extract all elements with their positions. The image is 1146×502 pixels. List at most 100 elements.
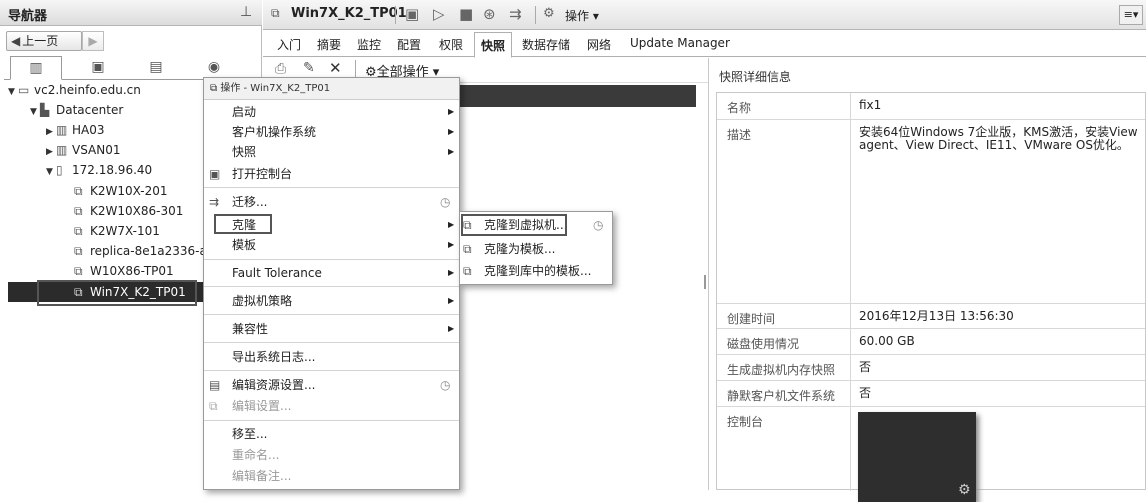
host-icon: ▯ <box>56 163 63 177</box>
highlight-box <box>461 214 567 236</box>
forward-button[interactable]: ▶ <box>82 31 104 51</box>
menu-item-fault-tolerance[interactable]: Fault Tolerance ▶ <box>204 263 459 283</box>
tree-item-host[interactable]: ▼ ▯ 172.18.96.40 <box>46 160 152 180</box>
menu-item-clone-to-template[interactable]: ⧉ 克隆为模板... <box>460 238 612 260</box>
menu-item-label: 编辑设置... <box>232 399 292 413</box>
navigator-title: 导航器 <box>8 9 48 24</box>
menu-separator <box>204 370 459 371</box>
object-toolbar: ⧉ Win7X_K2_TP01 ▣ ▷ ■ ⊛ ⇉ ⚙ 操作 ▾ ≡▾ <box>263 0 1146 30</box>
vm-title: Win7X_K2_TP01 <box>291 6 407 21</box>
menu-item-label: 克隆为模板... <box>484 242 556 256</box>
menu-item-template[interactable]: 模板 ▶ <box>204 235 459 255</box>
tab-datastores[interactable]: 数据存储 <box>522 36 570 53</box>
tree-item-vm[interactable]: ⧉ K2W10X86-301 <box>74 201 183 221</box>
back-button-label: 上一页 <box>22 34 59 48</box>
menu-item-edit-notes[interactable]: 编辑备注... <box>204 466 459 486</box>
vm-icon: ⧉ <box>74 244 83 258</box>
tree-item-datacenter[interactable]: ▼ ▙ Datacenter <box>30 100 123 120</box>
details-row: 生成虚拟机内存快照 否 <box>717 355 1145 381</box>
menu-button[interactable]: ≡▾ <box>1119 5 1143 25</box>
menu-separator <box>204 420 459 421</box>
details-table: 名称 fix1 描述 安装64位Windows 7企业版，KMS激活，安装Vie… <box>716 92 1146 502</box>
vm-icon: ⧉ <box>74 204 83 218</box>
tab-snapshots[interactable]: 快照 <box>474 32 513 58</box>
power-off-icon[interactable]: ■ <box>459 5 473 23</box>
tab-storage[interactable]: ▤ <box>130 56 182 80</box>
menu-item-rename[interactable]: 重命名... <box>204 445 459 465</box>
expand-icon[interactable]: ▼ <box>30 102 40 122</box>
delete-icon[interactable]: ✕ <box>329 59 342 77</box>
menu-item-power[interactable]: 启动 ▶ <box>204 102 459 122</box>
vm-icon: ⧉ <box>210 83 221 94</box>
expand-icon[interactable]: ▶ <box>46 142 56 162</box>
menu-item-move-to[interactable]: 移至... <box>204 424 459 444</box>
menu-item-guest-os[interactable]: 客户机操作系统 ▶ <box>204 122 459 142</box>
tab-networks[interactable]: 网络 <box>587 36 611 53</box>
menu-item-edit-settings[interactable]: ⧉ 编辑设置... <box>204 396 459 416</box>
tree-item-label: Datacenter <box>56 103 124 117</box>
expand-icon[interactable]: ▶ <box>46 122 56 142</box>
tree-item-ha03[interactable]: ▶ ▥ HA03 <box>46 120 105 140</box>
suspend-icon[interactable]: ⊛ <box>483 5 496 23</box>
network-icon: ◉ <box>207 59 221 75</box>
vms-templates-icon: ▣ <box>91 59 105 75</box>
menu-item-snapshots[interactable]: 快照 ▶ <box>204 142 459 162</box>
console-thumbnail[interactable]: ⚙ <box>858 412 976 502</box>
tree-item-vsan01[interactable]: ▶ ▥ VSAN01 <box>46 140 121 160</box>
back-button[interactable]: ◀ 上一页 <box>6 31 82 51</box>
row-value: 否 <box>859 360 872 374</box>
tree-item-vcenter[interactable]: ▼ ▭ vc2.heinfo.edu.cn <box>8 80 141 100</box>
tree-item-vm[interactable]: ⧉ K2W7X-101 <box>74 221 160 241</box>
tab-getting-started[interactable]: 入门 <box>277 36 301 53</box>
edit-icon[interactable]: ✎ <box>303 60 315 76</box>
migrate-icon[interactable]: ⇉ <box>509 5 522 23</box>
menu-item-label: 快照 <box>232 145 257 159</box>
clone-to-library-icon: ⧉ <box>463 264 472 278</box>
tree-item-label: HA03 <box>72 123 105 137</box>
tab-vms-templates[interactable]: ▣ <box>72 56 124 80</box>
toolbar-divider <box>355 60 356 78</box>
tab-hosts-clusters[interactable]: ▥ <box>10 56 62 80</box>
menu-separator <box>204 187 459 188</box>
menu-item-vm-policies[interactable]: 虚拟机策略 ▶ <box>204 291 459 311</box>
menu-item-migrate[interactable]: ⇉ 迁移... ◷ <box>204 192 459 212</box>
tree-item-vm[interactable]: ⧉ K2W10X-201 <box>74 181 168 201</box>
storage-icon: ▤ <box>149 59 163 75</box>
power-on-icon[interactable]: ▷ <box>433 5 445 23</box>
pin-icon[interactable]: ⊥ <box>240 4 252 20</box>
tree-item-vm[interactable]: ⧉ replica-8e1a2336-a9 <box>74 241 214 261</box>
menu-item-label: 启动 <box>232 105 257 119</box>
menu-item-label: 编辑备注... <box>232 469 292 483</box>
console-icon[interactable]: ▣ <box>405 5 419 23</box>
actions-menu[interactable]: 操作 ▾ <box>565 7 599 24</box>
tab-summary[interactable]: 摘要 <box>317 36 341 53</box>
tree-item-vm[interactable]: ⧉ W10X86-TP01 <box>74 261 174 281</box>
toolbar-divider <box>395 6 396 24</box>
tab-permissions[interactable]: 权限 <box>439 36 463 53</box>
vm-icon: ⧉ <box>74 264 83 278</box>
highlight-box <box>37 280 197 306</box>
expand-icon[interactable]: ▼ <box>8 82 18 102</box>
gear-icon[interactable]: ⚙ <box>543 6 555 21</box>
row-label: 创建时间 <box>727 312 776 326</box>
menu-item-label: 导出系统日志... <box>232 350 316 364</box>
submenu-arrow-icon: ▶ <box>448 127 455 136</box>
menu-item-clone-to-library[interactable]: ⧉ 克隆到库中的模板... <box>460 260 612 282</box>
menu-separator <box>204 314 459 315</box>
context-menu-header: ⧉ 操作 - Win7X_K2_TP01 <box>204 78 459 100</box>
vm-icon: ⧉ <box>271 6 280 20</box>
details-title: 快照详细信息 <box>719 70 792 84</box>
menu-item-export-logs[interactable]: 导出系统日志... <box>204 347 459 367</box>
menu-item-edit-resource-settings[interactable]: ▤ 编辑资源设置... ◷ <box>204 375 459 395</box>
menu-item-open-console[interactable]: ▣ 打开控制台 <box>204 164 459 184</box>
details-row: 磁盘使用情况 60.00 GB <box>717 329 1145 355</box>
splitter-handle[interactable] <box>704 275 706 289</box>
tab-configure[interactable]: 配置 <box>397 36 421 53</box>
hosts-clusters-icon: ▥ <box>29 60 43 76</box>
menu-item-compatibility[interactable]: 兼容性 ▶ <box>204 319 459 339</box>
tab-update-manager[interactable]: Update Manager <box>630 36 730 50</box>
menu-separator <box>204 286 459 287</box>
tab-monitor[interactable]: 监控 <box>357 36 381 53</box>
expand-icon[interactable]: ▼ <box>46 162 56 182</box>
take-snapshot-icon[interactable]: ⎙ <box>275 61 286 77</box>
